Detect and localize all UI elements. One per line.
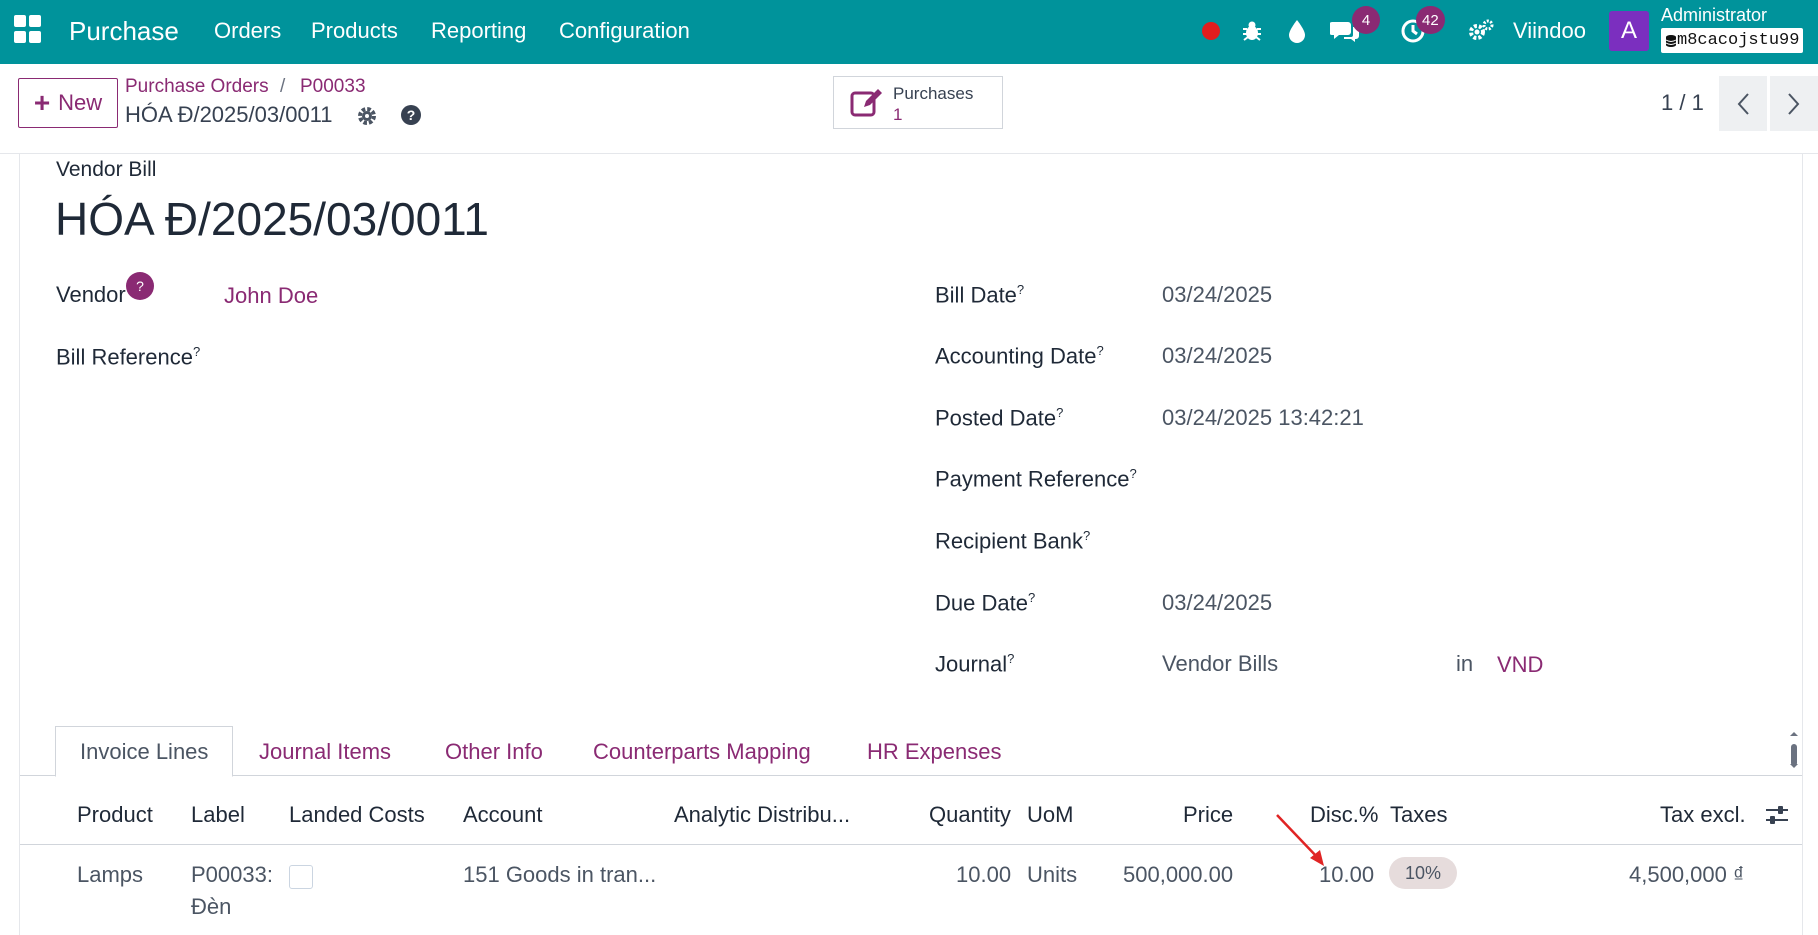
activity-count-badge: 42 <box>1416 6 1445 34</box>
column-quantity[interactable]: Quantity <box>929 802 1011 828</box>
new-button[interactable]: + New <box>18 78 118 128</box>
breadcrumb-purchase-orders[interactable]: Purchase Orders <box>125 76 269 98</box>
smart-button-label: Purchases <box>893 84 974 103</box>
breadcrumb-p00033[interactable]: P00033 <box>300 76 366 98</box>
column-uom[interactable]: UoM <box>1027 802 1073 828</box>
user-name[interactable]: Administrator <box>1661 5 1767 26</box>
bill-date-value[interactable]: 03/24/2025 <box>1162 282 1272 308</box>
row-uom[interactable]: Units <box>1027 862 1077 888</box>
apps-grid-icon[interactable] <box>14 14 44 44</box>
tab-hr-expenses[interactable]: HR Expenses <box>867 726 1002 777</box>
breadcrumb-separator: / <box>280 76 286 97</box>
annotation-arrow-icon <box>1276 814 1324 866</box>
posted-date-label: Posted Date? <box>935 405 1064 431</box>
smart-button-count: 1 <box>893 105 903 124</box>
tab-counterparts-mapping[interactable]: Counterparts Mapping <box>593 726 811 777</box>
notebook-tabs: Invoice Lines Journal Items Other Info C… <box>20 726 1802 777</box>
top-navbar: Purchase Orders Products Reporting Confi… <box>0 0 1818 64</box>
row-quantity[interactable]: 10.00 <box>956 862 1011 888</box>
vendor-help-icon[interactable]: ? <box>126 272 154 300</box>
edit-icon <box>850 89 882 117</box>
column-analytic-distribution[interactable]: Analytic Distribu... <box>674 802 850 828</box>
record-dot-icon[interactable] <box>1196 16 1226 46</box>
document-title: HÓA Đ/2025/03/0011 <box>55 193 489 245</box>
journal-value[interactable]: Vendor Bills <box>1162 651 1278 677</box>
row-price[interactable]: 500,000.00 <box>1123 862 1233 888</box>
bill-date-label: Bill Date? <box>935 282 1025 308</box>
row-tax-badge[interactable]: 10% <box>1389 857 1457 889</box>
avatar[interactable]: A <box>1609 11 1649 51</box>
column-account[interactable]: Account <box>463 802 543 828</box>
help-icon[interactable]: ? <box>400 104 422 126</box>
breadcrumb-current: HÓA Đ/2025/03/0011 <box>125 102 333 127</box>
settings-gears-icon[interactable] <box>1466 16 1496 46</box>
recipient-bank-label: Recipient Bank? <box>935 528 1091 554</box>
pager-next-button[interactable] <box>1770 76 1818 131</box>
chat-count-badge: 4 <box>1352 6 1380 34</box>
purchases-smart-button[interactable]: Purchases 1 <box>833 76 1003 129</box>
column-taxes[interactable]: Taxes <box>1390 802 1447 828</box>
tabs-scrollbar[interactable] <box>1788 730 1800 770</box>
database-icon <box>1665 34 1677 47</box>
column-label[interactable]: Label <box>191 802 245 828</box>
column-product[interactable]: Product <box>77 802 153 828</box>
database-badge: m8cacojstu99 <box>1661 28 1804 53</box>
payment-reference-label: Payment Reference? <box>935 466 1137 492</box>
tab-other-info[interactable]: Other Info <box>445 726 543 777</box>
currency-value[interactable]: VND <box>1497 652 1543 678</box>
row-label-line1[interactable]: P00033: <box>191 862 273 888</box>
vendor-value[interactable]: John Doe <box>224 283 318 309</box>
plus-icon: + <box>33 87 51 118</box>
pager-value[interactable]: 1 / 1 <box>1661 90 1704 116</box>
menu-reporting[interactable]: Reporting <box>431 17 526 45</box>
column-tax-excluded[interactable]: Tax excl. <box>1660 802 1746 828</box>
row-landed-costs-checkbox[interactable] <box>289 865 313 889</box>
row-account[interactable]: 151 Goods in tran... <box>463 862 656 888</box>
tab-journal-items[interactable]: Journal Items <box>259 726 391 777</box>
new-button-label: New <box>58 90 103 115</box>
form-sheet: Vendor Bill HÓA Đ/2025/03/0011 Vendor ? … <box>19 154 1803 935</box>
bill-reference-label: Bill Reference? <box>56 344 201 370</box>
menu-products[interactable]: Products <box>311 17 398 45</box>
due-date-value[interactable]: 03/24/2025 <box>1162 590 1272 616</box>
posted-date-value[interactable]: 03/24/2025 13:42:21 <box>1162 405 1364 431</box>
bug-icon[interactable] <box>1237 16 1267 46</box>
vendor-label: Vendor <box>56 282 126 307</box>
accounting-date-value[interactable]: 03/24/2025 <box>1162 343 1272 369</box>
accounting-date-label: Accounting Date? <box>935 343 1104 369</box>
journal-in-text: in <box>1456 651 1474 676</box>
droplet-icon[interactable] <box>1282 16 1312 46</box>
menu-orders[interactable]: Orders <box>214 17 281 45</box>
row-product[interactable]: Lamps <box>77 862 143 888</box>
pager-previous-button[interactable] <box>1719 76 1767 131</box>
due-date-label: Due Date? <box>935 590 1036 616</box>
document-type: Vendor Bill <box>56 158 157 181</box>
app-name[interactable]: Purchase <box>69 14 179 48</box>
column-price[interactable]: Price <box>1183 802 1233 828</box>
database-name: m8cacojstu99 <box>1677 31 1800 50</box>
tab-invoice-lines[interactable]: Invoice Lines <box>55 726 234 777</box>
control-panel: + New Purchase Orders / P00033 HÓA Đ/202… <box>0 64 1818 154</box>
row-tax-excluded: 4,500,000 ₫ <box>1629 862 1745 887</box>
chevron-left-icon <box>1737 92 1749 115</box>
optional-columns-icon[interactable] <box>1764 802 1790 828</box>
svg-text:?: ? <box>407 107 416 123</box>
company-switcher[interactable]: Viindoo <box>1513 17 1586 45</box>
row-label-line2[interactable]: Đèn <box>191 894 231 920</box>
table-header-divider <box>20 844 1802 845</box>
column-landed-costs[interactable]: Landed Costs <box>289 802 425 828</box>
gear-icon[interactable] <box>356 105 378 127</box>
menu-configuration[interactable]: Configuration <box>559 17 690 45</box>
chevron-right-icon <box>1788 92 1800 115</box>
journal-label: Journal? <box>935 651 1015 677</box>
